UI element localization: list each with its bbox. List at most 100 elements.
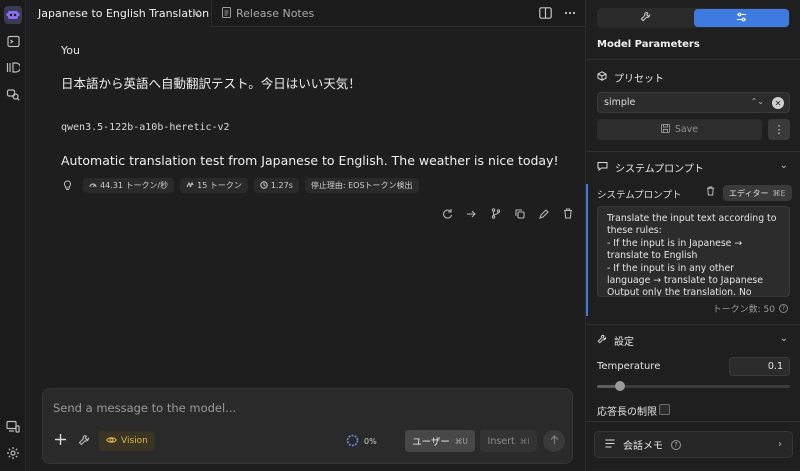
wrench-icon — [640, 11, 651, 25]
tokens-value: 15 トークン — [197, 181, 242, 190]
message-actions — [441, 207, 574, 220]
context-percent: 0% — [364, 437, 377, 446]
tools-tab[interactable] — [597, 8, 693, 28]
save-icon — [660, 123, 670, 136]
chevron-down-icon[interactable]: ⌄ — [780, 160, 788, 171]
memo-label: 会話メモ — [623, 441, 663, 452]
temperature-input[interactable]: 0.1 — [729, 357, 790, 376]
hardware-icon[interactable] — [4, 417, 22, 435]
user-name: You — [61, 44, 80, 57]
divider — [586, 324, 800, 325]
document-icon — [222, 6, 231, 21]
editor-shortcut: ⌘E — [772, 188, 786, 198]
role-user-button[interactable]: ユーザー ⌘U — [405, 430, 475, 452]
settings-section-header[interactable]: 設定 — [597, 333, 634, 348]
message-input[interactable]: Send a message to the model... — [53, 401, 236, 415]
tab-japanese-to-english[interactable]: Japanese to English Translation ✕ — [26, 0, 212, 27]
delete-trash-icon[interactable] — [561, 207, 574, 220]
chat-area: You 日本語から英語へ自動翻訳テスト。今日はいい天気！ qwen3.5-122… — [26, 27, 585, 471]
token-counter: トークン数: 50 ? — [713, 302, 788, 315]
tab-release-notes[interactable]: Release Notes — [212, 0, 342, 27]
time-value: 1.27s — [270, 181, 293, 190]
clear-prompt-trash-icon[interactable] — [706, 186, 715, 199]
divider — [586, 421, 800, 422]
user-button-label: ユーザー — [412, 437, 450, 448]
focus-indicator — [586, 184, 588, 316]
tab-label: Japanese to English Translation — [38, 7, 210, 20]
select-arrows-icon: ⌃⌄ — [750, 97, 764, 106]
notes-lines-icon — [605, 438, 615, 451]
save-preset-button[interactable]: Save — [597, 119, 762, 140]
divider — [586, 59, 800, 60]
more-options-icon[interactable] — [561, 4, 579, 22]
split-view-icon[interactable] — [536, 4, 554, 22]
eye-icon — [106, 436, 117, 447]
chevron-right-icon: › — [778, 439, 782, 450]
system-prompt-section-label: システムプロンプト — [615, 164, 704, 175]
wrench-icon — [597, 334, 607, 347]
add-attachment-icon[interactable] — [54, 433, 68, 447]
stop-reason-badge: 停止理由: EOSトークン検出 — [304, 178, 419, 193]
conversation-memo-button[interactable]: 会話メモ ? › — [594, 431, 793, 458]
model-search-icon[interactable] — [4, 85, 22, 103]
speed-value: 44.31 トークン/秒 — [100, 181, 169, 190]
terminal-icon[interactable] — [4, 32, 22, 50]
sliders-icon — [736, 12, 747, 25]
chevron-down-icon[interactable]: ⌄ — [780, 333, 788, 344]
chat-bubble-icon — [597, 161, 608, 174]
slider-handle[interactable] — [615, 381, 625, 391]
settings-section-label: 設定 — [614, 337, 634, 348]
clear-preset-icon[interactable]: ✕ — [772, 97, 784, 109]
close-icon[interactable]: ✕ — [192, 7, 201, 20]
panel-mode-switch — [597, 8, 790, 28]
copy-icon[interactable] — [513, 207, 526, 220]
model-library-icon[interactable] — [4, 58, 22, 76]
app-window: Japanese to English Translation ✕ Releas… — [0, 0, 800, 471]
left-rail — [0, 0, 26, 471]
edit-pencil-icon[interactable] — [537, 207, 550, 220]
lightbulb-icon[interactable] — [61, 180, 73, 192]
system-prompt-textarea[interactable]: Translate the input text according to th… — [597, 206, 790, 297]
context-usage: 0% — [346, 434, 377, 449]
editor-label: エディター — [729, 188, 769, 198]
progress-ring-icon — [346, 434, 359, 449]
assistant-message: Automatic translation test from Japanese… — [61, 153, 559, 168]
info-icon[interactable]: ? — [779, 304, 788, 313]
clock-icon — [260, 180, 268, 191]
preset-select[interactable]: simple ⌃⌄ ✕ — [597, 92, 790, 113]
model-name: qwen3.5-122b-a10b-heretic-v2 — [61, 122, 230, 133]
preset-section-label: プリセット — [614, 74, 664, 85]
vision-label: Vision — [121, 436, 148, 446]
temperature-slider[interactable] — [597, 381, 790, 391]
parameters-tab[interactable] — [694, 9, 789, 27]
speed-badge: 44.31 トークン/秒 — [83, 178, 175, 193]
token-count-value: トークン数: 50 — [712, 305, 775, 315]
gauge-icon — [89, 181, 97, 190]
branch-icon[interactable] — [489, 207, 502, 220]
help-icon[interactable]: ? — [671, 439, 681, 450]
settings-gear-icon[interactable] — [4, 444, 22, 462]
tab-label: Release Notes — [236, 7, 315, 20]
divider — [586, 151, 800, 152]
system-prompt-section-header[interactable]: システムプロンプト — [597, 160, 704, 175]
generation-stats: 44.31 トークン/秒 15 トークン 1.27s 停止理由: EOSトークン… — [61, 178, 419, 193]
insert-button-label: Insert — [487, 435, 515, 447]
editor-button[interactable]: エディター ⌘E — [723, 185, 792, 201]
continue-arrow-icon[interactable] — [465, 207, 478, 220]
response-limit-label: 応答長の制限 — [597, 407, 657, 418]
regenerate-icon[interactable] — [441, 207, 454, 220]
temperature-label: Temperature — [597, 361, 661, 372]
model-parameters-panel: Model Parameters プリセット simple ⌃⌄ ✕ Save … — [585, 0, 800, 471]
cube-icon — [597, 71, 607, 84]
tokens-icon — [186, 181, 194, 190]
response-limit-checkbox[interactable] — [659, 404, 670, 415]
insert-button[interactable]: Insert ⌘I — [480, 430, 537, 452]
tools-wrench-icon[interactable] — [78, 434, 91, 447]
app-logo-icon[interactable] — [4, 6, 22, 24]
send-button[interactable] — [543, 430, 565, 452]
arrow-up-icon — [550, 434, 559, 448]
user-shortcut: ⌘U — [454, 436, 468, 446]
vision-toggle[interactable]: Vision — [99, 431, 155, 451]
message-composer[interactable]: Send a message to the model... Vision 0% — [42, 388, 573, 464]
preset-more-icon[interactable]: ⋮ — [768, 119, 790, 140]
